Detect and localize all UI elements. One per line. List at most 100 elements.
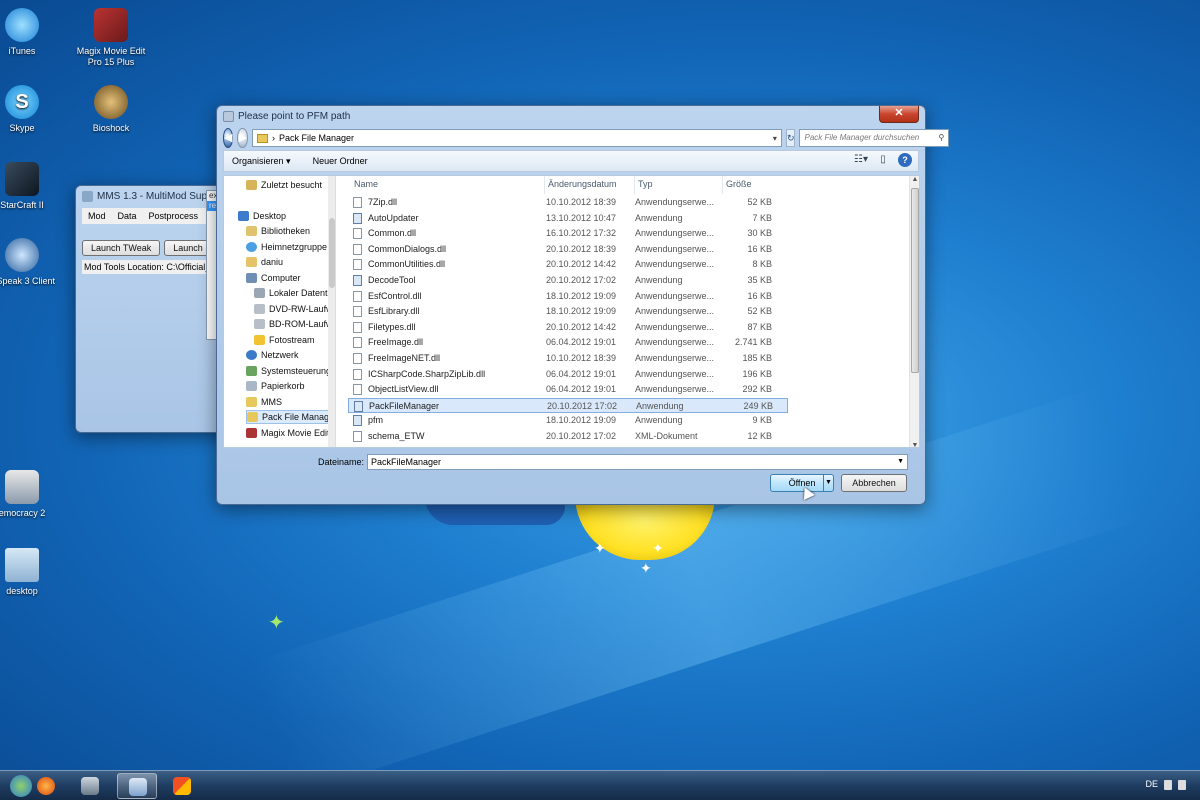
taskbar-firefox[interactable] xyxy=(26,773,66,799)
nav-item-mms[interactable]: MMS xyxy=(246,395,335,409)
file-list-header: Name Änderungsdatum Typ Größe xyxy=(348,176,910,194)
organize-button[interactable]: Organisieren ▾ xyxy=(232,156,291,167)
scroll-up-icon[interactable]: ▲ xyxy=(910,176,919,183)
file-row[interactable]: CommonDialogs.dll 20.10.2012 18:39 Anwendu… xyxy=(348,242,788,257)
breadcrumb[interactable]: Pack File Manager xyxy=(279,133,354,143)
refresh-button[interactable]: ↻ xyxy=(785,129,796,147)
application-icon xyxy=(353,415,362,427)
desktop-icon-teamspeak[interactable]: mSpeak 3 Client xyxy=(0,238,64,287)
chevron-down-icon[interactable]: ▼ xyxy=(897,455,904,469)
file-row[interactable]: EsfLibrary.dll 18.10.2012 19:09 Anwendungs… xyxy=(348,304,788,319)
chevron-down-icon[interactable]: ▼ xyxy=(823,475,833,491)
view-options-icon[interactable]: ☷▾ xyxy=(854,153,868,167)
file-name: schema_ETW xyxy=(368,431,425,441)
nav-item-bd-rom[interactable]: BD-ROM-Laufw xyxy=(254,317,335,331)
column-divider[interactable] xyxy=(722,176,723,194)
dialog-toolbar: Organisieren ▾ Neuer Ordner ☷▾ ▯ ? xyxy=(223,150,919,172)
nav-item-network[interactable]: Netzwerk xyxy=(246,348,335,362)
column-header-size[interactable]: Größe xyxy=(726,179,752,189)
nav-item-recent[interactable]: Zuletzt besucht xyxy=(246,178,335,192)
cancel-button[interactable]: Abbrechen xyxy=(841,474,907,492)
nav-item-recycle-bin[interactable]: Papierkorb xyxy=(246,379,335,393)
file-row[interactable]: ObjectListView.dll 06.04.2012 19:01 Anwend… xyxy=(348,382,788,397)
tray-icon[interactable] xyxy=(1178,780,1186,790)
file-name: CommonDialogs.dll xyxy=(368,243,447,254)
nav-scrollbar[interactable] xyxy=(328,176,335,447)
menu-data[interactable]: Data xyxy=(112,211,143,221)
new-folder-button[interactable]: Neuer Ordner xyxy=(313,156,368,166)
language-indicator[interactable]: DE xyxy=(1145,779,1158,789)
scroll-down-icon[interactable]: ▼ xyxy=(910,442,919,447)
file-row[interactable]: DecodeTool 20.10.2012 17:02 Anwendung 35 KB xyxy=(348,273,788,288)
file-row[interactable]: PackFileManager 20.10.2012 17:02 Anwendung… xyxy=(348,397,788,413)
photostream-icon xyxy=(254,335,265,345)
file-row[interactable]: ICSharpCode.SharpZipLib.dll 06.04.2012 19… xyxy=(348,367,788,382)
skype-icon: S xyxy=(5,85,39,119)
taskbar-app[interactable] xyxy=(162,773,202,799)
nav-item-libraries[interactable]: Bibliotheken xyxy=(246,224,335,238)
menu-postprocess[interactable]: Postprocess xyxy=(143,211,205,221)
file-type: Anwendungserwe... xyxy=(635,321,715,332)
nav-item-computer[interactable]: Computer xyxy=(246,271,335,285)
menu-mod[interactable]: Mod xyxy=(82,211,112,221)
dialog-title-bar[interactable]: Please point to PFM path xyxy=(217,106,925,126)
file-list-scrollbar[interactable]: ▲ ▼ xyxy=(909,176,919,447)
file-row[interactable]: Filetypes.dll 20.10.2012 14:42 Anwendungse… xyxy=(348,320,788,335)
file-row[interactable]: FreeImage.dll 06.04.2012 19:01 Anwendungse… xyxy=(348,335,788,350)
file-icon xyxy=(353,353,362,364)
nav-item-pack-file-manager[interactable]: Pack File Manag xyxy=(246,410,335,424)
file-row[interactable]: FreeImageNET.dll 10.10.2012 18:39 Anwendun… xyxy=(348,351,788,366)
desktop-icon-bioshock[interactable]: Bioshock xyxy=(69,85,153,134)
preview-pane-icon[interactable]: ▯ xyxy=(876,153,890,167)
column-divider[interactable] xyxy=(634,176,635,194)
close-button[interactable]: ✕ xyxy=(879,106,919,123)
file-size: 196 KB xyxy=(742,368,772,379)
nav-item-user[interactable]: daniu xyxy=(246,255,335,269)
nav-item-control-panel[interactable]: Systemsteuerung xyxy=(246,364,335,378)
file-type: Anwendungserwe... xyxy=(635,259,715,270)
desktop-icon-skype[interactable]: S Skype xyxy=(0,85,64,134)
chevron-down-icon[interactable]: ▾ xyxy=(769,134,781,143)
starcraft-icon xyxy=(5,162,39,196)
nav-item-local-disk[interactable]: Lokaler Datentr xyxy=(254,286,335,300)
desktop-icon-magix[interactable]: Magix Movie Edit Pro 15 Plus xyxy=(69,8,153,68)
file-row[interactable]: EsfControl.dll 18.10.2012 19:09 Anwendungs… xyxy=(348,289,788,304)
filename-input[interactable]: PackFileManager ▼ xyxy=(367,454,908,470)
computer-icon xyxy=(246,273,257,283)
folder-icon xyxy=(246,397,257,407)
desktop-icon-desktop[interactable]: desktop xyxy=(0,548,64,597)
file-row[interactable]: AutoUpdater 13.10.2012 10:47 Anwendung 7 KB xyxy=(348,211,788,226)
address-bar[interactable]: › Pack File Manager ▾ xyxy=(251,129,782,147)
desktop-icon-itunes[interactable]: iTunes xyxy=(0,8,64,57)
nav-item-magix[interactable]: Magix Movie Edit xyxy=(246,426,335,440)
forward-button[interactable]: ▶ xyxy=(237,128,248,148)
nav-item-homegroup[interactable]: Heimnetzgruppe xyxy=(246,240,335,254)
column-divider[interactable] xyxy=(544,176,545,194)
file-row[interactable]: CommonUtilities.dll 20.10.2012 14:42 Anwen… xyxy=(348,257,788,272)
nav-item-dvd[interactable]: DVD-RW-Laufw xyxy=(254,302,335,316)
help-icon[interactable]: ? xyxy=(898,153,912,167)
file-row[interactable]: Common.dll 16.10.2012 17:32 Anwendungserwe… xyxy=(348,226,788,241)
desktop-icon-democracy[interactable]: emocracy 2 xyxy=(0,470,64,519)
file-list-scroll-thumb[interactable] xyxy=(911,188,919,373)
back-button[interactable]: ◀ xyxy=(223,128,234,148)
desktop-icon-starcraft[interactable]: StarCraft II xyxy=(0,162,64,211)
column-header-type[interactable]: Typ xyxy=(638,179,653,189)
nav-scroll-thumb[interactable] xyxy=(329,218,335,288)
nav-item-desktop[interactable]: Desktop xyxy=(238,209,335,223)
column-header-name[interactable]: Name xyxy=(354,179,378,189)
file-row[interactable]: 7Zip.dll 10.10.2012 18:39 Anwendungserwe..… xyxy=(348,195,788,210)
file-row[interactable]: schema_ETW 20.10.2012 17:02 XML-Dokument 12… xyxy=(348,429,788,444)
taskbar-explorer[interactable] xyxy=(117,773,157,799)
taskbar-mms[interactable] xyxy=(70,773,110,799)
file-type: Anwendungserwe... xyxy=(635,337,715,348)
nav-label: Papierkorb xyxy=(261,381,305,391)
file-list: Name Änderungsdatum Typ Größe 7Zip.dll 10… xyxy=(348,176,910,447)
launch-tweak-button[interactable]: Launch TWeak xyxy=(82,240,161,256)
file-row[interactable]: pfm 18.10.2012 19:09 Anwendung 9 KB xyxy=(348,413,788,428)
nav-item-photostream[interactable]: Fotostream xyxy=(254,333,335,347)
file-type: Anwendungserwe... xyxy=(635,353,715,363)
column-header-date[interactable]: Änderungsdatum xyxy=(548,179,617,189)
tray-icon[interactable] xyxy=(1164,780,1172,790)
search-input[interactable]: Pack File Manager durchsuchen ⚲ xyxy=(799,129,950,147)
